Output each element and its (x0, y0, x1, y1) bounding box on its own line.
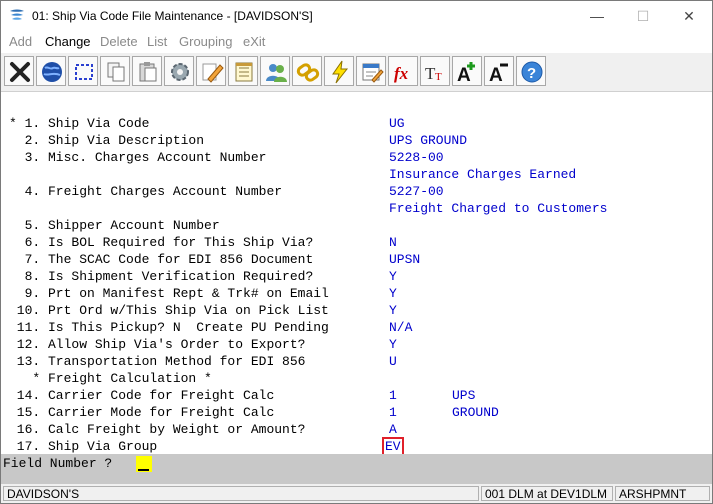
edit-pencil-button[interactable] (196, 56, 226, 86)
field-label: 9. Prt on Manifest Rept & Trk# on Email (9, 286, 329, 301)
field-label: 7. The SCAC Code for EDI 856 Document (9, 252, 314, 267)
status-company: DAVIDSON'S (3, 486, 479, 501)
function-fx-button[interactable]: fx (388, 56, 418, 86)
copy-button[interactable] (100, 56, 130, 86)
field-value: Freight Charged to Customers (389, 201, 608, 216)
select-rectangle-icon (75, 64, 93, 80)
field-value: Y (389, 303, 397, 318)
settings-gear-icon (171, 63, 189, 81)
field-label: 3. Misc. Charges Account Number (9, 150, 267, 165)
edit-pencil-icon (202, 63, 224, 83)
menu-bar: Add Change Delete List Grouping eXit (1, 31, 712, 53)
users-icon (266, 64, 287, 82)
field-value: 1 (389, 388, 397, 403)
calendar-edit-button[interactable] (356, 56, 386, 86)
menu-list[interactable]: List (147, 34, 167, 49)
help-icon: ? (521, 61, 543, 83)
font-size-icon: TT (425, 64, 442, 83)
field-label: 8. Is Shipment Verification Required? (9, 269, 314, 284)
paste-button[interactable] (132, 56, 162, 86)
field-label: * Freight Calculation * (9, 371, 212, 386)
menu-exit[interactable]: eXit (243, 34, 265, 49)
font-size-button[interactable]: TT (420, 56, 450, 86)
field-value: UG (389, 116, 405, 131)
svg-text:A: A (489, 65, 503, 85)
field-value: 1 (389, 405, 397, 420)
field-value: GROUND (452, 405, 499, 420)
field-label: * 1. Ship Via Code (9, 116, 150, 131)
globe-icon (42, 62, 62, 82)
window-title: 01: Ship Via Code File Maintenance - [DA… (32, 9, 313, 23)
field-label: 12. Allow Ship Via's Order to Export? (9, 337, 306, 352)
field-value: N (389, 235, 397, 250)
close-x-icon (10, 62, 30, 82)
select-rectangle-button[interactable] (68, 56, 98, 86)
field-value: Y (389, 286, 397, 301)
help-button[interactable]: ? (516, 56, 546, 86)
lightning-icon (332, 60, 349, 84)
app-logo-icon (10, 9, 24, 20)
field-label: 13. Transportation Method for EDI 856 (9, 354, 306, 369)
settings-gear-button[interactable] (164, 56, 194, 86)
field-value: 5227-00 (389, 184, 444, 199)
globe-button[interactable] (36, 56, 66, 86)
close-x-button[interactable] (4, 56, 34, 86)
field-value: Y (389, 337, 397, 352)
paste-icon (139, 62, 157, 82)
chain-link-icon (296, 63, 320, 82)
field-value: UPS GROUND (389, 133, 468, 148)
menu-change[interactable]: Change (45, 34, 91, 49)
lightning-button[interactable] (324, 56, 354, 86)
field-value: UPS (452, 388, 476, 403)
field-label: 17. Ship Via Group (9, 439, 158, 454)
font-decrease-icon: A (489, 63, 508, 85)
svg-text:T: T (435, 71, 442, 83)
field-label: 16. Calc Freight by Weight or Amount? (9, 422, 306, 437)
field-value: A (389, 422, 397, 437)
notepad-icon (235, 62, 253, 82)
users-button[interactable] (260, 56, 290, 86)
field-value: Y (389, 269, 397, 284)
maximize-button[interactable]: ☐ (620, 1, 666, 31)
svg-text:?: ? (527, 65, 536, 82)
status-session: 001 DLM at DEV1DLM (481, 486, 613, 501)
app-window: 01: Ship Via Code File Maintenance - [DA… (0, 0, 713, 504)
field-label: 2. Ship Via Description (9, 133, 205, 148)
chain-link-button[interactable] (292, 56, 322, 86)
calendar-edit-icon (362, 63, 384, 83)
terminal-screen: * 1. Ship Via Code UG 2. Ship Via Descrip… (1, 92, 712, 456)
font-increase-button[interactable]: A (452, 56, 482, 86)
close-button[interactable]: ✕ (666, 1, 712, 31)
text-cursor (138, 469, 149, 471)
minimize-button[interactable]: — (574, 1, 620, 31)
menu-add[interactable]: Add (9, 34, 32, 49)
svg-text:fx: fx (394, 64, 409, 83)
function-fx-icon: fx (394, 64, 409, 83)
field-number-prompt: Field Number ? (3, 456, 113, 471)
status-program: ARSHPMNT (615, 486, 710, 501)
font-decrease-button[interactable]: A (484, 56, 514, 86)
menu-delete[interactable]: Delete (100, 34, 138, 49)
field-value: N/A (389, 320, 413, 335)
font-increase-icon: A (457, 62, 475, 85)
field-label: 5. Shipper Account Number (9, 218, 220, 233)
field-label: 10. Prt Ord w/This Ship Via on Pick List (9, 303, 329, 318)
field-label: 14. Carrier Code for Freight Calc (9, 388, 275, 403)
copy-icon (107, 62, 125, 82)
field-value: UPSN (389, 252, 421, 267)
field-label: 15. Carrier Mode for Freight Calc (9, 405, 275, 420)
field-label: 6. Is BOL Required for This Ship Via? (9, 235, 314, 250)
field-label: 11. Is This Pickup? N Create PU Pending (9, 320, 329, 335)
field-label: 4. Freight Charges Account Number (9, 184, 283, 199)
field-value: Insurance Charges Earned (389, 167, 577, 182)
title-bar: 01: Ship Via Code File Maintenance - [DA… (1, 1, 712, 31)
notepad-button[interactable] (228, 56, 258, 86)
menu-grouping[interactable]: Grouping (179, 34, 232, 49)
field-value: 5228-00 (389, 150, 444, 165)
svg-text:A: A (457, 65, 471, 85)
field-value: U (389, 354, 397, 369)
toolbar: fx T T A A? (1, 53, 712, 92)
status-bar: DAVIDSON'S 001 DLM at DEV1DLM ARSHPMNT (1, 483, 712, 503)
prompt-bar: Field Number ? (1, 454, 712, 483)
